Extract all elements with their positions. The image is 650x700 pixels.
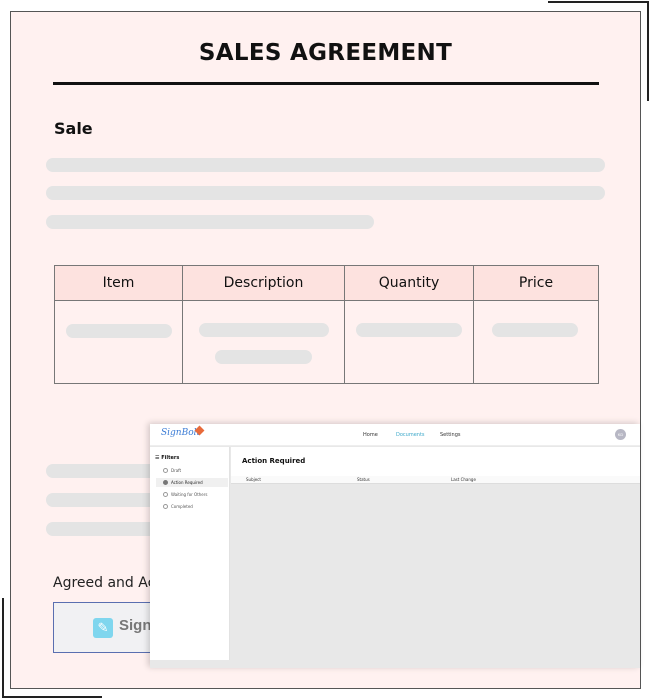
documents-panel: Action Required Subject Status Last Chan… — [231, 447, 640, 668]
app-top-bar: SignBolt Home Documents Settings KD — [150, 424, 640, 446]
corner-bracket-top-right-vertical — [647, 1, 649, 101]
table-header-description: Description — [182, 265, 345, 301]
table-header-quantity: Quantity — [344, 265, 474, 301]
filter-action-required[interactable]: Action Required — [156, 478, 228, 487]
column-header-status[interactable]: Status — [357, 477, 370, 482]
cell-placeholder — [215, 350, 312, 364]
filter-radio-icon — [163, 504, 168, 509]
panel-header: Action Required — [231, 447, 640, 476]
table-cell — [54, 300, 183, 384]
corner-bracket-top-right — [548, 1, 649, 3]
filter-draft[interactable]: Draft — [156, 466, 228, 475]
filter-radio-icon — [163, 480, 168, 485]
nav-settings[interactable]: Settings — [440, 432, 461, 438]
text-placeholder-line — [46, 522, 166, 536]
nav-documents[interactable]: Documents — [396, 432, 425, 438]
table-cell — [473, 300, 599, 384]
cell-placeholder — [66, 324, 172, 338]
text-placeholder-line — [46, 215, 374, 229]
filter-radio-icon — [163, 492, 168, 497]
corner-bracket-bottom-left — [2, 696, 102, 698]
column-header-last-change[interactable]: Last Change — [451, 477, 476, 482]
documents-table-header: Subject Status Last Change — [231, 476, 640, 484]
filters-heading-label: Filters — [161, 455, 180, 461]
text-placeholder-line — [46, 158, 605, 172]
table-header-item: Item — [54, 265, 183, 301]
column-header-subject[interactable]: Subject — [246, 477, 261, 482]
filters-heading: ☰ Filters — [155, 455, 180, 461]
pen-edit-icon: ✎ — [93, 618, 113, 638]
text-placeholder-line — [46, 186, 605, 200]
table-cell — [182, 300, 345, 384]
filter-label: Draft — [171, 468, 182, 473]
panel-title: Action Required — [242, 457, 306, 465]
cell-placeholder — [356, 323, 462, 337]
corner-bracket-bottom-left-vertical — [2, 598, 4, 698]
avatar[interactable]: KD — [615, 429, 626, 440]
sign-button-label: Sign — [119, 617, 152, 634]
esign-app-window: SignBolt Home Documents Settings KD ☰ Fi… — [150, 424, 640, 668]
table-cell — [344, 300, 474, 384]
table-row — [54, 300, 599, 384]
title-divider — [53, 82, 599, 85]
text-placeholder-line — [46, 493, 166, 507]
table-header-price: Price — [473, 265, 599, 301]
nav-home[interactable]: Home — [363, 432, 378, 438]
filter-label: Completed — [171, 504, 193, 509]
document-title: SALES AGREEMENT — [198, 40, 453, 66]
filters-sidebar: ☰ Filters Draft Action Required Waiting … — [150, 447, 230, 660]
filter-completed[interactable]: Completed — [156, 502, 228, 511]
filter-waiting-for-others[interactable]: Waiting for Others — [156, 490, 228, 499]
filter-radio-icon — [163, 468, 168, 473]
items-table: Item Description Quantity Price — [54, 265, 599, 384]
text-placeholder-line — [46, 464, 166, 478]
section-title: Sale — [54, 119, 93, 138]
agreed-and-accepted-label: Agreed and Acc — [53, 575, 163, 591]
cell-placeholder — [492, 323, 578, 337]
cell-placeholder — [199, 323, 329, 337]
filter-label: Action Required — [171, 480, 203, 485]
filter-label: Waiting for Others — [171, 492, 208, 497]
